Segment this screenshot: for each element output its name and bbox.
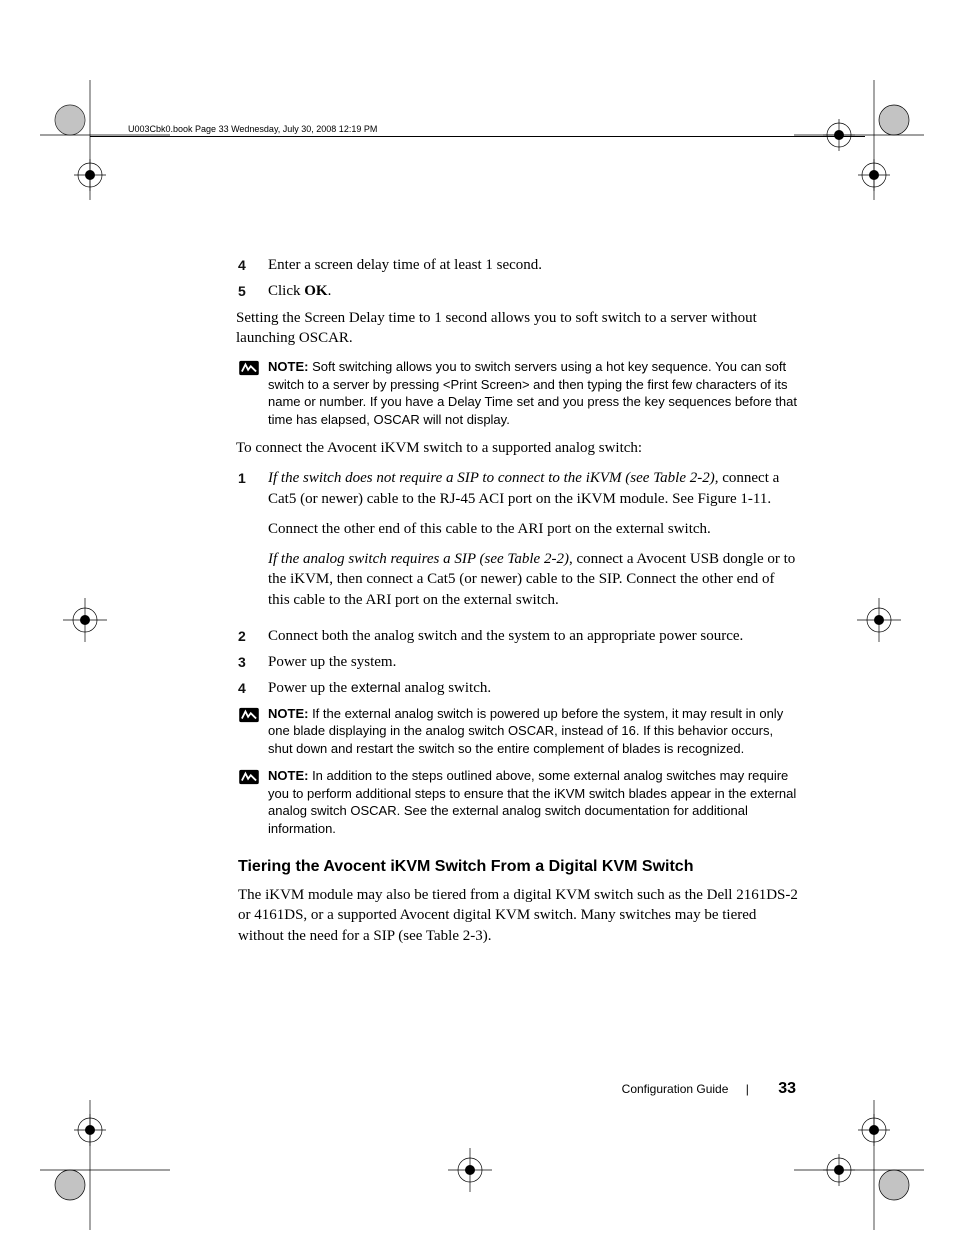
crop-mark-top-left	[40, 80, 180, 220]
note-text: NOTE: If the external analog switch is p…	[268, 705, 798, 758]
note-block: NOTE: In addition to the steps outlined …	[238, 767, 798, 837]
list-item: 3 Power up the system.	[238, 652, 798, 672]
list-number: 5	[238, 281, 268, 301]
note-icon	[238, 767, 268, 837]
paragraph: To connect the Avocent iKVM switch to a …	[236, 438, 798, 458]
list-item: 2 Connect both the analog switch and the…	[238, 626, 798, 646]
note-icon	[238, 358, 268, 428]
page-footer: Configuration Guide | 33	[622, 1080, 796, 1098]
list-text: Connect both the analog switch and the s…	[268, 626, 798, 646]
list-number: 2	[238, 626, 268, 646]
list-text: Power up the system.	[268, 652, 798, 672]
list-text: If the switch does not require a SIP to …	[268, 468, 798, 620]
note-text: NOTE: In addition to the steps outlined …	[268, 767, 798, 837]
list-item: 4 Enter a screen delay time of at least …	[238, 255, 798, 275]
crop-mark-bottom-left	[40, 1090, 180, 1230]
list-number: 4	[238, 255, 268, 275]
page-header: U003Cbk0.book Page 33 Wednesday, July 30…	[128, 124, 377, 134]
list-item: 5 Click OK.	[238, 281, 798, 301]
page-content: 4 Enter a screen delay time of at least …	[238, 255, 798, 956]
crop-mark-bottom-right	[784, 1090, 924, 1230]
page-number: 33	[778, 1080, 796, 1097]
list-item: 4 Power up the external analog switch.	[238, 678, 798, 698]
list-number: 4	[238, 678, 268, 698]
footer-title: Configuration Guide	[622, 1082, 729, 1096]
note-text: NOTE: Soft switching allows you to switc…	[268, 358, 798, 428]
list-number: 1	[238, 468, 268, 620]
list-number: 3	[238, 652, 268, 672]
crop-mark-top-right	[784, 80, 924, 220]
section-heading: Tiering the Avocent iKVM Switch From a D…	[238, 856, 798, 878]
paragraph: The iKVM module may also be tiered from …	[238, 885, 798, 946]
note-block: NOTE: If the external analog switch is p…	[238, 705, 798, 758]
list-text: Click OK.	[268, 281, 798, 301]
list-text: Enter a screen delay time of at least 1 …	[268, 255, 798, 275]
list-item: 1 If the switch does not require a SIP t…	[238, 468, 798, 620]
note-block: NOTE: Soft switching allows you to switc…	[238, 358, 798, 428]
paragraph: Setting the Screen Delay time to 1 secon…	[236, 308, 798, 349]
footer-separator: |	[746, 1082, 749, 1096]
crop-mark-mid-left	[55, 590, 115, 650]
note-icon	[238, 705, 268, 758]
crop-mark-bottom-center	[440, 1140, 500, 1200]
crop-mark-mid-right	[849, 590, 909, 650]
list-text: Power up the external analog switch.	[268, 678, 798, 698]
